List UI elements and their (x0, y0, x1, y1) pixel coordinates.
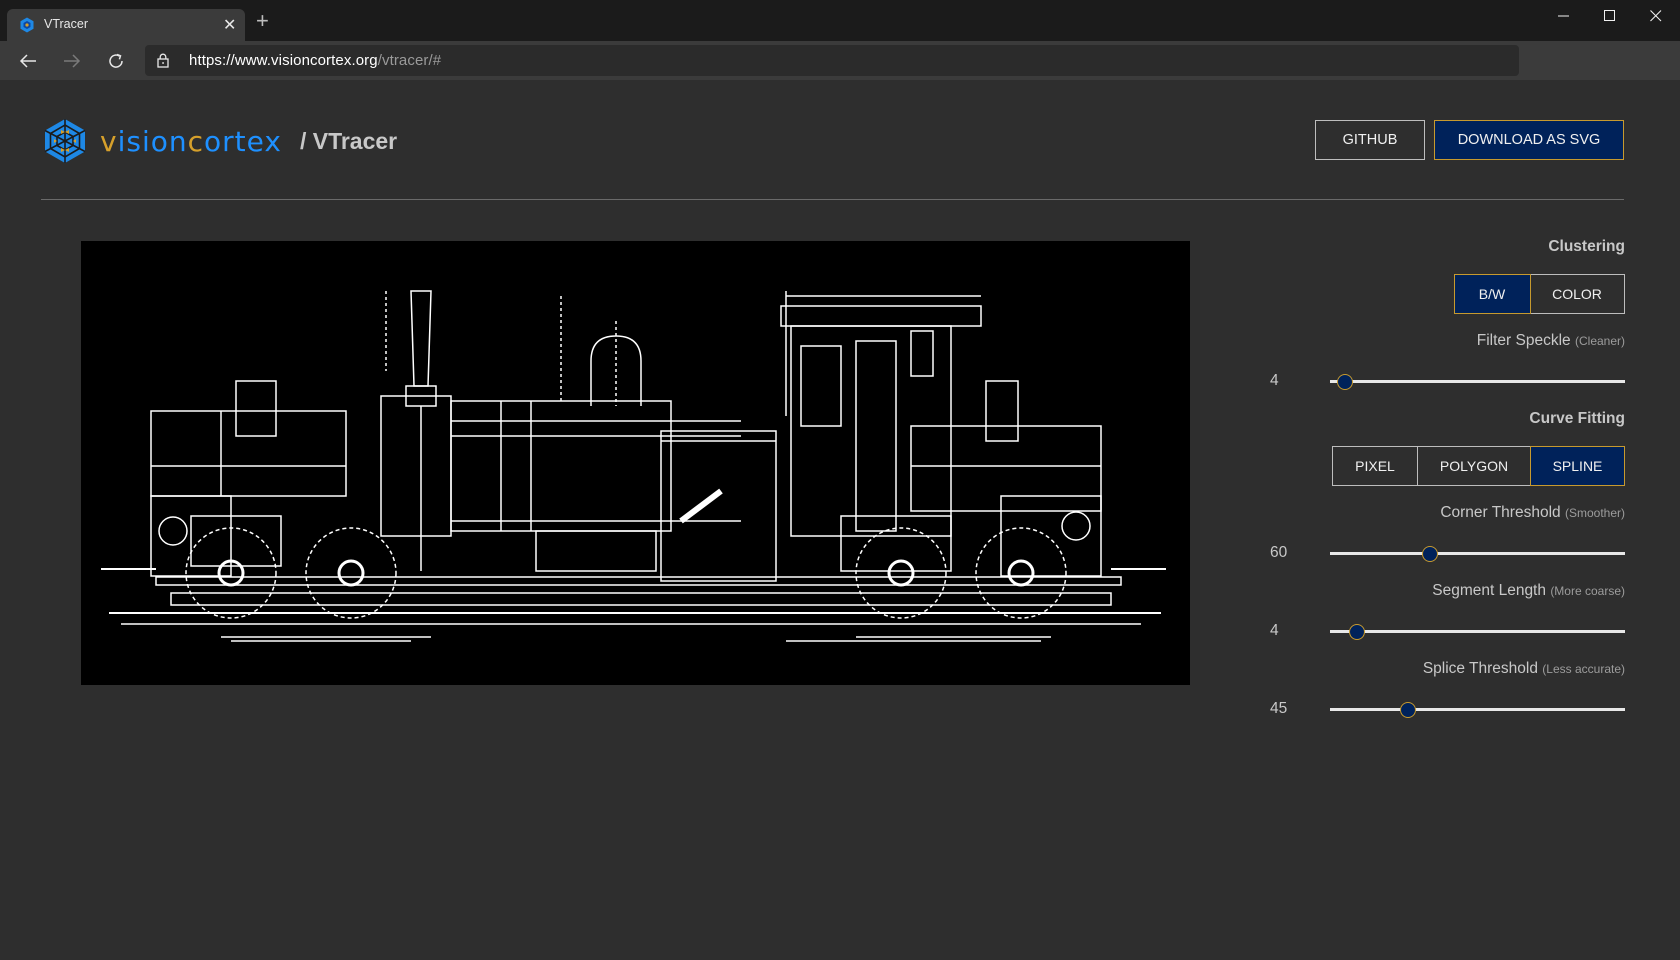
splice-threshold-hint: (Less accurate) (1542, 662, 1625, 676)
trace-output-canvas[interactable] (81, 241, 1190, 685)
clustering-title: Clustering (1548, 238, 1625, 255)
curve-fitting-spline-option[interactable]: SPLINE (1530, 446, 1625, 486)
brand-letter-v: v (100, 124, 118, 158)
segment-length-hint: (More coarse) (1550, 584, 1625, 598)
splice-threshold-label-text: Splice Threshold (1422, 660, 1538, 677)
locomotive-drawing (101, 290, 1166, 642)
corner-threshold-value: 60 (1270, 544, 1288, 561)
plus-icon: + (256, 8, 269, 33)
minimize-icon (1558, 15, 1569, 17)
clustering-toggle: B/W COLOR (1453, 274, 1625, 314)
reload-button[interactable] (102, 47, 130, 75)
brand-letter-c: c (187, 124, 205, 158)
address-bar[interactable]: https://www.visioncortex.org/vtracer/# (145, 45, 1519, 76)
slider-track (1330, 708, 1625, 711)
corner-threshold-label: Corner Threshold (Smoother) (1440, 504, 1625, 522)
arrow-left-icon (19, 54, 36, 68)
splice-threshold-slider[interactable] (1330, 700, 1625, 720)
segment-length-value: 4 (1270, 622, 1279, 639)
filter-speckle-slider[interactable] (1330, 372, 1625, 392)
splice-threshold-label: Splice Threshold (Less accurate) (1423, 660, 1625, 678)
close-icon (1650, 10, 1662, 22)
header-divider (41, 199, 1624, 200)
github-button[interactable]: GITHUB (1315, 120, 1425, 160)
filter-speckle-label: Filter Speckle (Cleaner) (1477, 332, 1625, 350)
slider-thumb[interactable] (1400, 702, 1417, 718)
lock-icon (157, 53, 169, 68)
corner-threshold-label-text: Corner Threshold (1440, 504, 1561, 521)
clustering-color-option[interactable]: COLOR (1529, 274, 1625, 314)
maximize-icon (1604, 10, 1615, 21)
tab-close-icon[interactable]: ✕ (223, 15, 236, 35)
segment-length-label: Segment Length (More coarse) (1432, 582, 1625, 600)
curve-fitting-title: Curve Fitting (1529, 410, 1625, 427)
slider-thumb[interactable] (1422, 546, 1439, 562)
slider-track (1330, 630, 1625, 633)
url-path: /vtracer/# (377, 52, 442, 69)
filter-speckle-label-text: Filter Speckle (1476, 332, 1571, 349)
window-maximize-button[interactable] (1587, 4, 1633, 28)
splice-threshold-value: 45 (1270, 700, 1288, 717)
clustering-bw-option[interactable]: B/W (1453, 274, 1531, 314)
segment-length-slider[interactable] (1330, 622, 1625, 642)
browser-toolbar: https://www.visioncortex.org/vtracer/# (0, 41, 1680, 80)
arrow-right-icon (64, 54, 81, 68)
corner-threshold-slider[interactable] (1330, 544, 1625, 564)
url-text: https://www.visioncortex.org/vtracer/# (189, 52, 441, 69)
page-content: visioncortex / VTracer GITHUB DOWNLOAD A… (0, 80, 1680, 960)
brand-text-ision: ision (117, 124, 188, 158)
url-host: https://www.visioncortex.org (189, 52, 378, 69)
snowflake-logo-icon (44, 119, 86, 163)
curve-fitting-pixel-option[interactable]: PIXEL (1332, 446, 1418, 486)
filter-speckle-hint: (Cleaner) (1574, 334, 1625, 348)
brand-text-ortex: ortex (204, 124, 282, 158)
slider-thumb[interactable] (1336, 374, 1353, 390)
back-button[interactable] (14, 47, 42, 75)
brand-name: visioncortex (100, 125, 282, 158)
forward-button[interactable] (58, 47, 86, 75)
visioncortex-favicon-icon (20, 17, 34, 33)
new-tab-button[interactable]: + (256, 10, 269, 32)
segment-length-label-text: Segment Length (1432, 582, 1546, 599)
window-close-button[interactable] (1633, 4, 1679, 28)
slider-track (1330, 380, 1625, 383)
corner-threshold-hint: (Smoother) (1564, 506, 1625, 520)
filter-speckle-value: 4 (1270, 372, 1279, 389)
app-title: / VTracer (299, 127, 398, 154)
browser-titlebar: VTracer ✕ + (0, 0, 1680, 41)
window-minimize-button[interactable] (1541, 4, 1587, 28)
tab-title: VTracer (44, 17, 88, 31)
slider-thumb[interactable] (1348, 624, 1365, 640)
slider-track (1330, 552, 1625, 555)
reload-icon (109, 53, 123, 68)
browser-tab[interactable]: VTracer ✕ (7, 9, 245, 41)
visioncortex-logo[interactable]: visioncortex / VTracer (44, 118, 397, 164)
curve-fitting-toggle: PIXEL POLYGON SPLINE (1332, 446, 1625, 486)
curve-fitting-polygon-option[interactable]: POLYGON (1416, 446, 1532, 486)
download-svg-button[interactable]: DOWNLOAD AS SVG (1434, 120, 1624, 160)
